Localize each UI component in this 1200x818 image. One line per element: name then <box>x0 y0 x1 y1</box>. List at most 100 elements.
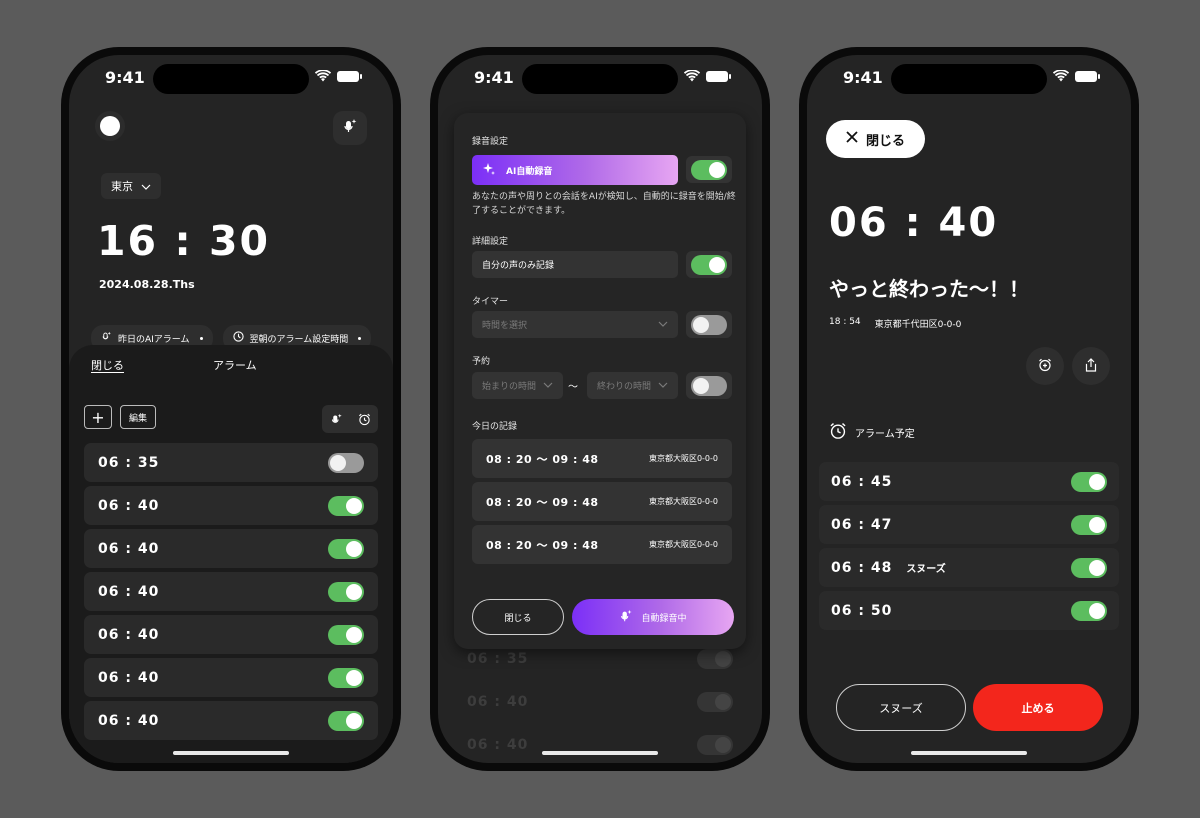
scheduled-alarm-row[interactable]: 06 : 50 <box>819 591 1119 630</box>
home-indicator <box>911 751 1027 755</box>
reserve-label: 予約 <box>472 357 491 367</box>
alarm-row[interactable]: 06 : 40 <box>84 486 378 525</box>
phone-frame-wake: 9:41 閉じる 06 : 40 やっと終わった〜！！ 18 : 54 東京都千… <box>799 47 1139 771</box>
close-label: 閉じる <box>865 133 905 149</box>
alarm-toggle[interactable] <box>328 538 364 559</box>
alarm-time: 06 : 40 <box>467 736 529 753</box>
record-address: 東京都大阪区0-0-0 <box>648 454 718 463</box>
voice-record-button[interactable] <box>333 111 367 145</box>
close-button[interactable]: 閉じる <box>826 120 925 158</box>
alarm-time: 06 : 40 <box>467 693 529 710</box>
alarm-time: 06 : 40 <box>98 497 160 514</box>
message: やっと終わった〜！！ <box>829 277 1029 301</box>
chip-label: 翌朝のアラーム設定時間 <box>249 334 349 345</box>
record-row[interactable]: 08 : 20 〜 09 : 48 東京都大阪区0-0-0 <box>472 439 732 478</box>
alarm-time: 06 : 40 <box>98 712 160 729</box>
dynamic-island <box>522 64 678 94</box>
snooze-button[interactable]: スヌーズ <box>836 684 966 731</box>
chevron-down-icon <box>141 180 151 193</box>
alarm-toggle[interactable] <box>1071 471 1107 492</box>
status-icons <box>315 70 362 82</box>
alarm-toggle[interactable] <box>328 452 364 473</box>
scheduled-alarm-row[interactable]: 06 : 47 <box>819 505 1119 544</box>
mic-sparkle-icon <box>619 609 633 626</box>
alarm-time: 06 : 40 <box>98 583 160 600</box>
alarm-toggle[interactable] <box>328 624 364 645</box>
start-time-select[interactable]: 始まりの時間 <box>472 372 563 399</box>
city-selector[interactable]: 東京 <box>101 173 161 199</box>
alarm-row[interactable]: 06 : 35 <box>84 443 378 482</box>
home-screen: 9:41 東京 16 : 30 2024.08.28.Ths 昨日のAIアラーム <box>69 55 393 763</box>
mic-sparkle-icon <box>342 118 358 138</box>
timer-placeholder: 時間を選択 <box>482 321 528 331</box>
phone-frame-recording: 9:41 06 : 35 06 : 40 06 : 40 録音設定 AI自動録音… <box>430 47 770 771</box>
add-alarm-button[interactable] <box>1026 347 1064 385</box>
auto-recording-label: 自動録音中 <box>641 613 687 624</box>
mic-sparkle-icon[interactable] <box>322 405 350 433</box>
wifi-icon <box>315 70 331 82</box>
alarm-row[interactable]: 06 : 40 <box>84 615 378 654</box>
alarm-toggle[interactable] <box>1071 557 1107 578</box>
battery-icon <box>1075 70 1100 82</box>
info-address: 東京都千代田区0-0-0 <box>874 320 962 330</box>
scheduled-alarm-row[interactable]: 06 : 45 <box>819 462 1119 501</box>
end-time-select[interactable]: 終わりの時間 <box>587 372 678 399</box>
alarm-toggle[interactable] <box>328 667 364 688</box>
dynamic-island <box>891 64 1047 94</box>
avatar[interactable] <box>95 111 125 141</box>
record-row[interactable]: 08 : 20 〜 09 : 48 東京都大阪区0-0-0 <box>472 482 732 521</box>
reserve-toggle[interactable] <box>691 375 727 396</box>
alarm-time-large: 06 : 40 <box>829 200 999 246</box>
share-button[interactable] <box>1072 347 1110 385</box>
sparkle-icon <box>482 162 496 179</box>
sheet-title: アラーム <box>213 359 257 372</box>
detail-settings-label: 詳細設定 <box>472 237 509 247</box>
own-voice-toggle[interactable] <box>691 254 727 275</box>
recording-info: 18 : 54 東京都千代田区0-0-0 <box>829 317 961 330</box>
close-button[interactable]: 閉じる <box>472 599 564 635</box>
alarm-toggle[interactable] <box>1071 514 1107 535</box>
alarm-time: 06 : 47 <box>831 516 893 533</box>
ai-auto-record-toggle[interactable] <box>691 159 727 180</box>
alarm-toolbar: + 編集 <box>84 405 378 433</box>
record-row[interactable]: 08 : 20 〜 09 : 48 東京都大阪区0-0-0 <box>472 525 732 564</box>
phone-frame-home: 9:41 東京 16 : 30 2024.08.28.Ths 昨日のAIアラーム <box>61 47 401 771</box>
status-time: 9:41 <box>474 68 514 87</box>
record-time: 08 : 20 〜 09 : 48 <box>486 452 599 466</box>
mic-sparkle-icon <box>101 331 112 345</box>
status-icons <box>684 70 731 82</box>
clock-icon <box>232 331 244 345</box>
edit-button[interactable]: 編集 <box>120 405 156 429</box>
ai-auto-record-toggle-wrap <box>686 156 732 183</box>
scheduled-alarm-row[interactable]: 06 : 48 スヌーズ <box>819 548 1119 587</box>
current-date: 2024.08.28.Ths <box>99 278 195 291</box>
alarm-clock-icon <box>829 422 847 443</box>
timer-toggle[interactable] <box>691 314 727 335</box>
add-alarm-button[interactable]: + <box>84 405 112 429</box>
alarm-toggle[interactable] <box>328 710 364 731</box>
ai-auto-record-banner[interactable]: AI自動録音 <box>472 155 678 185</box>
alarm-toggle <box>697 734 733 755</box>
alarm-list: 06 : 35 06 : 40 06 : 40 06 : 40 06 : 40 … <box>84 443 378 740</box>
alarm-row[interactable]: 06 : 40 <box>84 701 378 740</box>
alarm-clock-icon[interactable] <box>350 405 378 433</box>
alarm-toggle[interactable] <box>328 495 364 516</box>
range-tilde: 〜 <box>568 382 578 393</box>
alarm-toggle[interactable] <box>1071 600 1107 621</box>
status-time: 9:41 <box>843 68 883 87</box>
alarm-row[interactable]: 06 : 40 <box>84 572 378 611</box>
auto-recording-button[interactable]: 自動録音中 <box>572 599 734 635</box>
alarm-toggle[interactable] <box>328 581 364 602</box>
info-time: 18 : 54 <box>829 317 861 327</box>
timer-label: タイマー <box>472 297 509 307</box>
chip-dot <box>199 336 203 340</box>
alarm-row[interactable]: 06 : 40 <box>84 658 378 697</box>
record-time: 08 : 20 〜 09 : 48 <box>486 495 599 509</box>
sheet-close-link[interactable]: 閉じる <box>91 357 124 373</box>
alarm-time: 06 : 35 <box>467 650 529 667</box>
stop-button[interactable]: 止める <box>973 684 1103 731</box>
alarm-row[interactable]: 06 : 40 <box>84 529 378 568</box>
background-alarm-row: 06 : 40 <box>453 682 747 721</box>
start-placeholder: 始まりの時間 <box>482 382 537 392</box>
timer-select[interactable]: 時間を選択 <box>472 311 678 338</box>
